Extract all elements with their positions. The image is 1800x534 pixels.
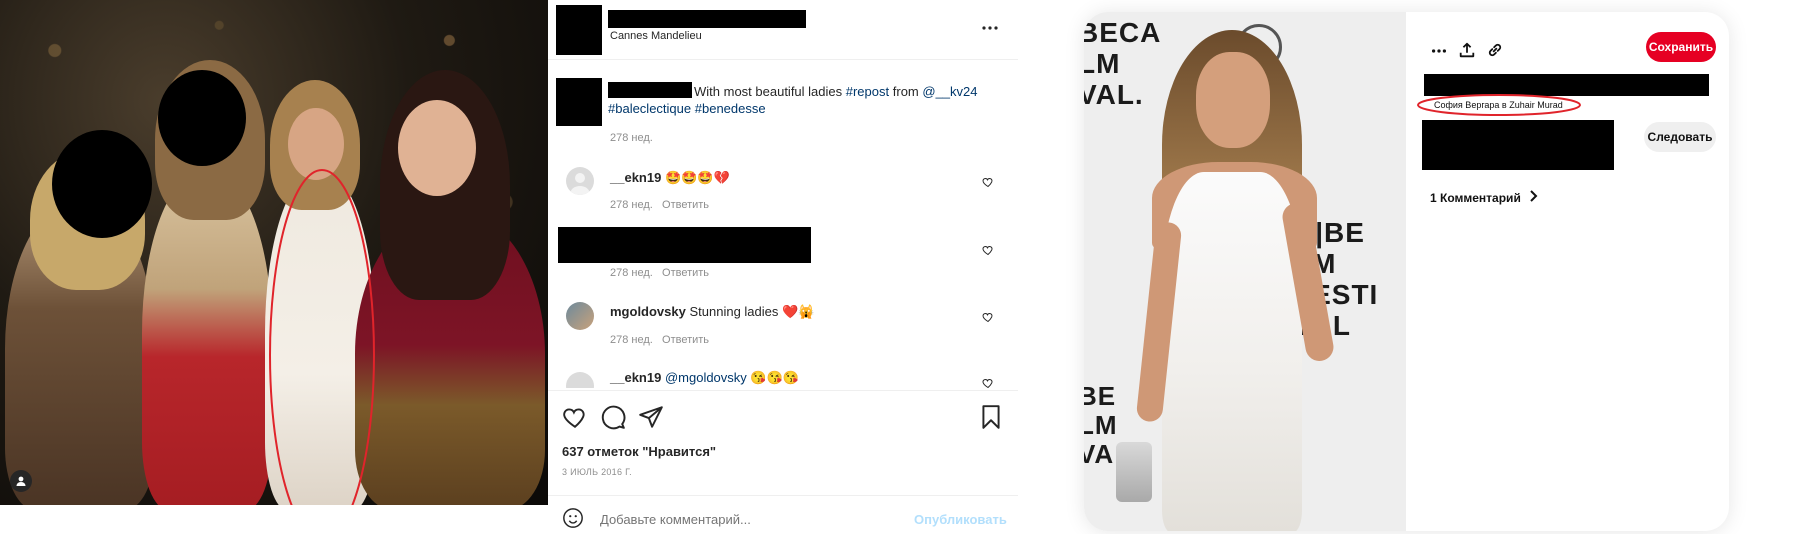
emoji-icon[interactable] — [562, 507, 584, 534]
annotation-ellipse — [1417, 94, 1581, 116]
comment-meta: 278 нед. Ответить — [610, 334, 709, 346]
white-lace-dress — [1162, 172, 1302, 531]
clutch-bag — [1116, 442, 1152, 502]
comment-text: Stunning ladies ❤️🙀 — [689, 304, 815, 319]
hashtag-link[interactable]: #benedesse — [695, 101, 766, 116]
save-button[interactable]: Сохранить — [1646, 32, 1716, 62]
comment-meta: 278 нед. Ответить — [610, 267, 709, 279]
avatar[interactable] — [566, 167, 594, 195]
caption-avatar-redaction — [556, 78, 602, 126]
tagged-user-icon[interactable] — [10, 470, 32, 492]
comment-text: 🤩🤩🤩💔 — [664, 170, 730, 185]
actions-divider — [548, 390, 1018, 391]
backdrop-text: BE LM VA — [1084, 381, 1118, 469]
backdrop-text: BECA LM VAL. — [1084, 17, 1162, 110]
more-icon[interactable] — [1430, 42, 1448, 65]
caption-body: With most beautiful ladies — [694, 84, 843, 99]
woman-face — [1196, 52, 1270, 148]
comment-input[interactable] — [598, 508, 902, 530]
hashtag-link[interactable]: #baleclectique — [608, 101, 691, 116]
comment-box-divider — [548, 495, 1018, 496]
comment-text: 😘😘😘 — [750, 370, 799, 385]
hashtag-link[interactable]: #repost — [846, 84, 889, 99]
instagram-post-panel: Cannes Mandelieu With most beautiful lad… — [548, 0, 1018, 531]
like-comment-heart-icon[interactable] — [982, 175, 994, 193]
comments-count: 1 Комментарий — [1430, 190, 1521, 205]
comment-row: __ekn19 🤩🤩🤩💔 — [610, 170, 730, 186]
reply-link[interactable]: Ответить — [662, 199, 709, 211]
caption-text: With most beautiful ladies #repost from … — [694, 83, 994, 100]
comment-username[interactable]: __ekn19 — [610, 370, 661, 385]
chevron-right-icon — [1529, 190, 1539, 205]
username-redaction — [608, 10, 806, 28]
avatar-redaction — [556, 5, 602, 55]
reply-link[interactable]: Ответить — [662, 267, 709, 279]
instagram-post-photo[interactable] — [0, 0, 548, 505]
comments-toggle[interactable]: 1 Комментарий — [1430, 190, 1539, 205]
avatar[interactable] — [566, 372, 594, 388]
mention-link[interactable]: @mgoldovsky — [665, 370, 747, 385]
share-icon[interactable] — [638, 404, 664, 435]
caption-hashtags: #baleclectique #benedesse — [608, 101, 766, 116]
reply-link[interactable]: Ответить — [662, 334, 709, 346]
pinterest-pin-card: BECA LM VAL. R|BE LM FESTI VAL BE LM VA — [1084, 12, 1729, 531]
comment-time[interactable]: 278 нед. — [610, 267, 653, 279]
pin-image[interactable]: BECA LM VAL. R|BE LM FESTI VAL BE LM VA — [1084, 12, 1406, 531]
pinner-redaction — [1422, 120, 1614, 170]
upload-icon[interactable] — [1458, 41, 1476, 64]
like-comment-heart-icon[interactable] — [982, 243, 994, 261]
comment-meta: 278 нед. Ответить — [610, 199, 709, 211]
comment-time[interactable]: 278 нед. — [610, 334, 653, 346]
avatar[interactable] — [566, 302, 594, 330]
comment-icon[interactable] — [600, 404, 626, 435]
comment-username[interactable]: mgoldovsky — [610, 304, 686, 319]
comment-clip: __ekn19 @mgoldovsky 😘😘😘 — [548, 362, 1018, 388]
mention-link[interactable]: @__kv24 — [922, 84, 977, 99]
caption-time[interactable]: 278 нед. — [610, 132, 653, 144]
comment-row: __ekn19 @mgoldovsky 😘😘😘 — [610, 370, 799, 386]
caption-username-redaction — [608, 82, 692, 98]
follow-button[interactable]: Следовать — [1644, 122, 1716, 152]
post-location[interactable]: Cannes Mandelieu — [610, 30, 702, 42]
likes-count[interactable]: 637 отметок "Нравится" — [562, 444, 716, 459]
header-divider — [548, 59, 1018, 60]
annotation-ellipse — [269, 169, 375, 505]
publish-button[interactable]: Опубликовать — [914, 512, 1007, 527]
comment-username[interactable]: __ekn19 — [610, 170, 661, 185]
link-icon[interactable] — [1486, 41, 1504, 64]
post-date: 3 ИЮЛЬ 2016 Г. — [562, 467, 632, 477]
bookmark-icon[interactable] — [978, 404, 1004, 435]
caption-from: from — [892, 84, 919, 99]
comment-redaction — [558, 227, 811, 263]
more-icon[interactable] — [980, 18, 1000, 38]
like-comment-heart-icon[interactable] — [982, 310, 994, 328]
like-comment-heart-icon[interactable] — [982, 376, 994, 388]
comment-time[interactable]: 278 нед. — [610, 199, 653, 211]
heart-icon[interactable] — [562, 404, 588, 435]
comment-row: mgoldovsky Stunning ladies ❤️🙀 — [610, 304, 814, 320]
